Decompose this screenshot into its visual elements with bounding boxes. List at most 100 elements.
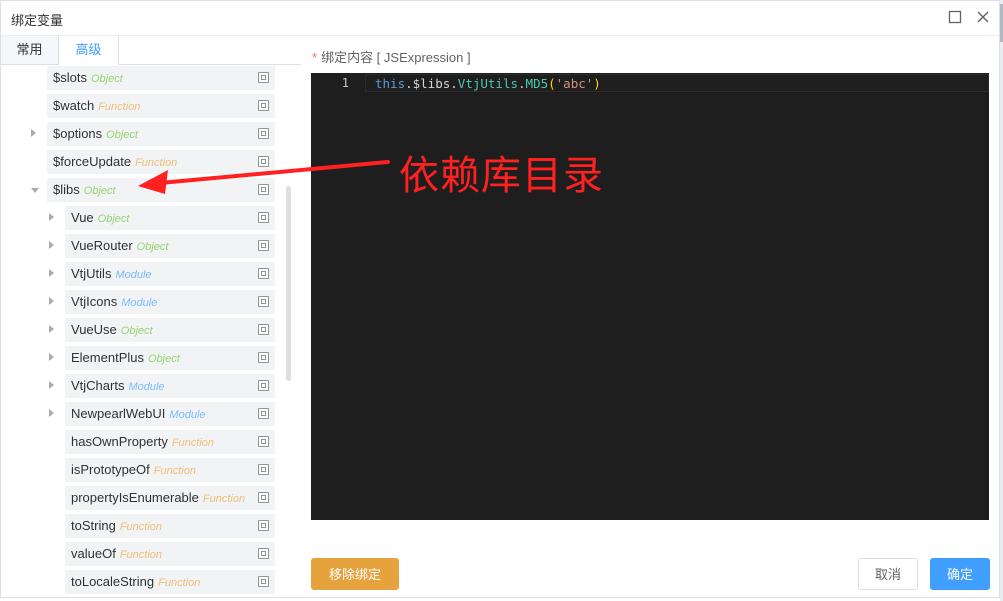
tree-row[interactable]: VueRouter Object (11, 234, 279, 258)
code-line[interactable]: this.$libs.VtjUtils.MD5('abc') (375, 76, 601, 91)
tree-node[interactable]: $forceUpdate Function (47, 150, 275, 174)
node-type: Object (147, 353, 180, 365)
confirm-button[interactable]: 确定 (930, 558, 990, 590)
tree-row[interactable]: $forceUpdate Function (11, 150, 279, 174)
node-type: Object (106, 129, 138, 141)
tree-row[interactable]: hasOwnProperty Function (11, 430, 279, 454)
code-token: 'abc' (555, 76, 594, 91)
caret-right-icon[interactable] (49, 325, 54, 333)
node-name: $forceUpdate (53, 154, 132, 169)
node-type: Function (202, 493, 246, 505)
tree-node[interactable]: hasOwnProperty Function (65, 430, 275, 454)
tree-node[interactable]: Vue Object (65, 206, 275, 230)
tree-node[interactable]: ElementPlus Object (65, 346, 275, 370)
caret-right-icon[interactable] (49, 269, 54, 277)
node-type: Function (98, 101, 141, 113)
node-type: Function (119, 521, 163, 533)
copy-icon[interactable] (258, 240, 269, 251)
tree-row[interactable]: VtjIcons Module (11, 290, 279, 314)
tree-node[interactable]: toString Function (65, 514, 275, 538)
copy-icon[interactable] (258, 296, 269, 307)
remove-binding-button[interactable]: 移除绑定 (311, 558, 399, 590)
tab-common[interactable]: 常用 (1, 36, 59, 64)
code-token: this (375, 76, 406, 91)
caret-right-icon[interactable] (49, 241, 54, 249)
tab-advanced[interactable]: 高级 (59, 36, 119, 65)
copy-icon[interactable] (258, 128, 269, 139)
copy-icon[interactable] (258, 464, 269, 475)
bind-variable-dialog: 绑定变量 常用 高级 $slots Object $watch Function $op… (0, 0, 1000, 598)
tree-row[interactable]: VtjUtils Module (11, 262, 279, 286)
node-name: $watch (53, 98, 95, 113)
tree-row[interactable]: valueOf Function (11, 542, 279, 566)
copy-icon[interactable] (258, 520, 269, 531)
tree-node[interactable]: VueUse Object (65, 318, 275, 342)
maximize-icon[interactable] (947, 9, 963, 25)
close-icon[interactable] (975, 9, 991, 25)
copy-icon[interactable] (258, 436, 269, 447)
code-token: ) (593, 76, 601, 91)
annotation-label: 依赖库目录 (399, 153, 604, 199)
tree-row[interactable]: $slots Object (11, 66, 279, 90)
node-type: Function (119, 549, 163, 561)
caret-right-icon[interactable] (49, 213, 54, 221)
copy-icon[interactable] (258, 576, 269, 587)
tree-node[interactable]: valueOf Function (65, 542, 275, 566)
copy-icon[interactable] (258, 184, 269, 195)
tree-scrollbar[interactable] (286, 186, 291, 381)
tree-row[interactable]: NewpearlWebUI Module (11, 402, 279, 426)
tree-node[interactable]: $slots Object (47, 66, 275, 90)
copy-icon[interactable] (258, 268, 269, 279)
tree-node[interactable]: propertyIsEnumerable Function (65, 486, 275, 510)
tree-node[interactable]: $libs Object (47, 178, 275, 202)
tree-row[interactable]: ElementPlus Object (11, 346, 279, 370)
copy-icon[interactable] (258, 492, 269, 503)
copy-icon[interactable] (258, 156, 269, 167)
copy-icon[interactable] (258, 100, 269, 111)
tree-row[interactable]: toString Function (11, 514, 279, 538)
copy-icon[interactable] (258, 324, 269, 335)
node-type: Module (128, 381, 165, 393)
copy-icon[interactable] (258, 352, 269, 363)
node-name: VtjCharts (71, 378, 125, 393)
tree-node[interactable]: NewpearlWebUI Module (65, 402, 275, 426)
copy-icon[interactable] (258, 212, 269, 223)
node-name: isPrototypeOf (71, 462, 150, 477)
tree-row[interactable]: $watch Function (11, 94, 279, 118)
caret-right-icon[interactable] (49, 409, 54, 417)
cancel-button[interactable]: 取消 (858, 558, 918, 590)
copy-icon[interactable] (258, 72, 269, 83)
caret-right-icon[interactable] (49, 381, 54, 389)
code-editor[interactable]: 1 this.$libs.VtjUtils.MD5('abc') (311, 73, 989, 520)
binding-content-text: 绑定内容 [ JSExpression ] (321, 50, 471, 65)
tree-node[interactable]: isPrototypeOf Function (65, 458, 275, 482)
copy-icon[interactable] (258, 408, 269, 419)
node-name: hasOwnProperty (71, 434, 168, 449)
tree-row[interactable]: VtjCharts Module (11, 374, 279, 398)
tree-node[interactable]: VueRouter Object (65, 234, 275, 258)
tree-row[interactable]: Vue Object (11, 206, 279, 230)
copy-icon[interactable] (258, 548, 269, 559)
tree-node[interactable]: VtjCharts Module (65, 374, 275, 398)
tree-row[interactable]: VueUse Object (11, 318, 279, 342)
tree-node[interactable]: toLocaleString Function (65, 570, 275, 594)
tree-row[interactable]: isPrototypeOf Function (11, 458, 279, 482)
node-name: ElementPlus (71, 350, 144, 365)
tree-node[interactable]: VtjUtils Module (65, 262, 275, 286)
code-token: .$libs. (405, 76, 458, 91)
tree-node[interactable]: $watch Function (47, 94, 275, 118)
tree-node[interactable]: $options Object (47, 122, 275, 146)
code-token: . (518, 76, 526, 91)
node-name: VueUse (71, 322, 117, 337)
caret-right-icon[interactable] (31, 129, 36, 137)
tree-node[interactable]: VtjIcons Module (65, 290, 275, 314)
caret-right-icon[interactable] (49, 297, 54, 305)
caret-right-icon[interactable] (49, 353, 54, 361)
tree-row[interactable]: $libs Object (11, 178, 279, 202)
tree-row[interactable]: propertyIsEnumerable Function (11, 486, 279, 510)
tree-row[interactable]: toLocaleString Function (11, 570, 279, 594)
caret-down-icon[interactable] (31, 188, 39, 193)
tree-row[interactable]: $options Object (11, 122, 279, 146)
code-token: MD5 (525, 76, 549, 91)
copy-icon[interactable] (258, 380, 269, 391)
